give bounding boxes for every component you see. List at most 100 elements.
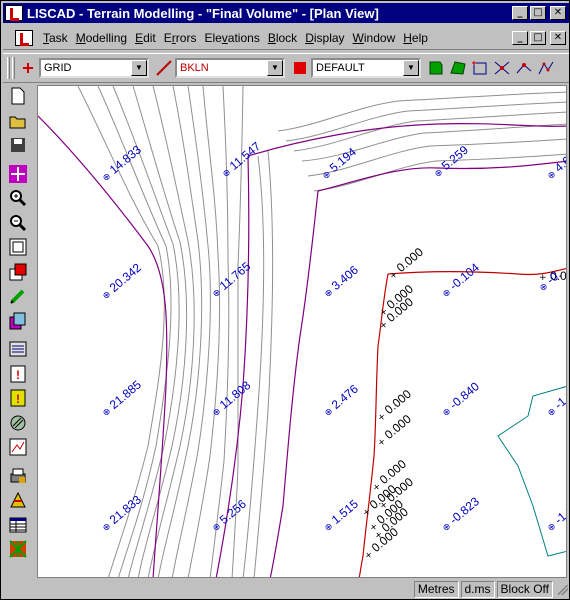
pan-icon[interactable] — [6, 163, 30, 185]
graph-icon[interactable] — [6, 436, 30, 458]
elevation-value: -0.104 — [447, 260, 482, 293]
zoom-out-icon[interactable] — [6, 212, 30, 234]
menu-elevations[interactable]: Elevations — [200, 31, 263, 45]
app-window: LISCAD - Terrain Modelling - "Final Volu… — [0, 0, 570, 600]
point-marker-icon: + — [363, 549, 375, 562]
menu-window[interactable]: Window — [349, 31, 400, 45]
copy-icon[interactable] — [6, 310, 30, 332]
layer-pin-icon[interactable] — [17, 57, 39, 79]
point-marker-icon: ⊕ — [211, 406, 223, 419]
pencil-icon[interactable] — [6, 285, 30, 307]
plan-view-canvas[interactable]: ⊕ 14.833 ⊕ 11.547 ⊕ 5.194 ⊕ 5.259 ⊕ 4.6 ⊕ 20.342 ⊕ 11… — [37, 85, 567, 578]
green-page-icon[interactable] — [425, 57, 447, 79]
error-icon[interactable]: ! — [6, 363, 30, 385]
cyan-polygon — [497, 386, 566, 557]
elevation-label: ⊕21.833 — [101, 492, 144, 534]
elevation-label: ⊕21.885 — [101, 377, 144, 419]
menu-help[interactable]: Help — [399, 31, 432, 45]
new-file-icon[interactable] — [6, 85, 30, 107]
status-angle: d.ms — [460, 580, 495, 598]
save-icon[interactable] — [6, 134, 30, 156]
liscad-app-icon[interactable] — [5, 5, 23, 21]
resize-grip-icon[interactable] — [555, 582, 569, 596]
elevation-label: ⊕4.6 — [546, 153, 567, 182]
doc-minimize-button[interactable]: _ — [512, 30, 528, 45]
status-message — [5, 581, 412, 598]
elevation-value: 11.547 — [227, 139, 264, 173]
zoom-in-icon[interactable] — [6, 187, 30, 209]
polyline-icon[interactable] — [535, 57, 557, 79]
status-units: Metres — [413, 580, 459, 598]
elevation-value: -1.0 — [552, 388, 567, 412]
warning-icon[interactable]: ! — [6, 387, 30, 409]
menu-edit[interactable]: Edit — [131, 31, 160, 45]
elevation-value: 20.342 — [107, 260, 144, 295]
point-marker-icon: ⊕ — [211, 287, 223, 300]
color-swatch-icon[interactable] — [289, 57, 311, 79]
point-marker-icon: ⊕ — [221, 167, 233, 180]
point-marker-icon: + — [388, 269, 400, 282]
rectangle-select-icon[interactable] — [469, 57, 491, 79]
menu-bar: Task Modelling Edit Errors Elevations Bl… — [3, 26, 569, 50]
hatch-icon[interactable] — [6, 412, 30, 434]
menu-errors[interactable]: Errors — [160, 31, 201, 45]
chevron-down-icon[interactable]: ▼ — [131, 60, 147, 76]
elevation-label: +0.000 — [388, 245, 426, 282]
menu-modelling[interactable]: Modelling — [72, 31, 131, 45]
chevron-down-icon[interactable]: ▼ — [403, 60, 419, 76]
point-marker-icon: ⊕ — [323, 287, 335, 300]
elevation-label: ⊕2.476 — [323, 382, 361, 419]
green-polygon-icon[interactable] — [447, 57, 469, 79]
point-marker-icon: + — [361, 506, 373, 519]
elevation-label: ⊕-0.104 — [441, 260, 482, 300]
line-style-icon[interactable] — [153, 57, 175, 79]
title-bar[interactable]: LISCAD - Terrain Modelling - "Final Volu… — [3, 3, 569, 23]
toolbar-grip[interactable] — [7, 57, 10, 79]
maximize-button[interactable]: □ — [530, 6, 546, 20]
elevation-value: 5.256 — [217, 497, 249, 527]
elevation-value: 5.194 — [327, 145, 359, 175]
color-combo[interactable]: DEFAULT ▼ — [311, 58, 421, 78]
line-style-combo[interactable]: BKLN ▼ — [175, 58, 285, 78]
elevation-label: ⊕-1.0 — [546, 503, 566, 534]
point-marker-icon: ⊕ — [546, 406, 558, 419]
layer-combo[interactable]: GRID ▼ — [39, 58, 149, 78]
menu-display[interactable]: Display — [301, 31, 348, 45]
point-marker-icon: ⊕ — [441, 287, 453, 300]
document-icon[interactable] — [15, 29, 33, 46]
window-title: LISCAD - Terrain Modelling - "Final Volu… — [27, 5, 379, 21]
table-icon[interactable] — [6, 514, 30, 536]
elevation-value: 4.6 — [552, 153, 567, 175]
plan-view-drawing[interactable]: ⊕14.833 ⊕11.547⊕5.194 ⊕5.259⊕4.6⊕20.342 ⊕11… — [38, 86, 567, 578]
elevation-value: -0.840 — [447, 379, 482, 412]
point-marker-icon: ⊕ — [538, 281, 550, 294]
doc-close-button[interactable]: ✕ — [550, 30, 566, 45]
calculator-icon[interactable] — [6, 338, 30, 360]
minimize-button[interactable]: _ — [512, 6, 528, 20]
menu-block[interactable]: Block — [264, 31, 301, 45]
point-line-icon[interactable] — [513, 57, 535, 79]
close-button[interactable]: ✕ — [550, 6, 566, 20]
terrain-icon[interactable] — [6, 489, 30, 511]
point-marker-icon: ⊕ — [101, 171, 113, 184]
elevation-value: 0.000 — [382, 387, 414, 417]
elevation-value: 11.808 — [217, 378, 254, 412]
volume-icon[interactable] — [6, 538, 30, 560]
elevation-value: 1.515 — [329, 497, 361, 527]
doc-restore-button[interactable]: □ — [530, 30, 546, 45]
elevation-label: ⊕14.833 — [101, 142, 144, 184]
point-marker-icon: + — [376, 436, 388, 449]
print-icon[interactable] — [6, 465, 30, 487]
point-marker-icon: ⊕ — [101, 289, 113, 302]
open-folder-icon[interactable] — [6, 110, 30, 132]
point-marker-icon: ⊕ — [211, 521, 223, 534]
chevron-down-icon[interactable]: ▼ — [267, 60, 283, 76]
status-block: Block Off — [496, 580, 553, 598]
elevation-value: 0.000 — [382, 412, 414, 442]
zoom-window-icon[interactable] — [6, 236, 30, 258]
cross-lines-icon[interactable] — [491, 57, 513, 79]
menu-task[interactable]: Task — [39, 31, 72, 45]
layer-icon[interactable] — [6, 261, 30, 283]
point-marker-icon: ⊕ — [323, 521, 335, 534]
toolbar-grip[interactable] — [12, 57, 15, 79]
